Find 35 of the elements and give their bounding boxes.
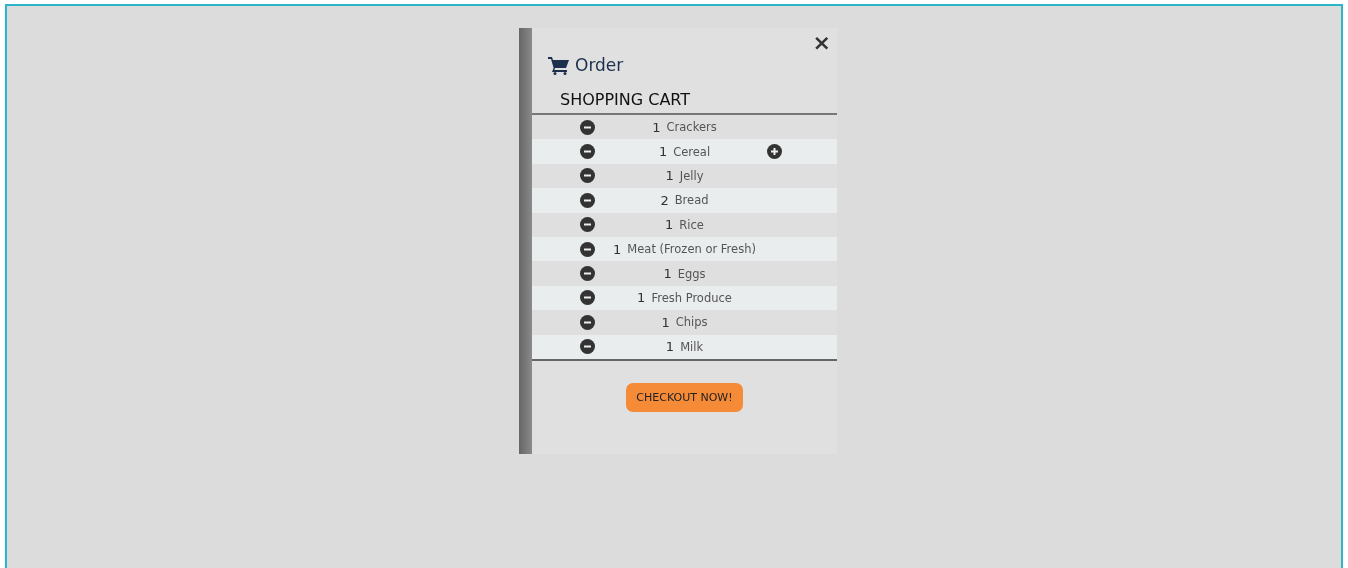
item-name: Meat (Frozen or Fresh) [627, 242, 756, 257]
item-name: Cereal [673, 144, 711, 159]
item-quantity: 1 [613, 241, 622, 257]
remove-icon[interactable] [580, 241, 595, 257]
checkout-button[interactable]: CHECKOUT NOW! [626, 382, 743, 412]
item-quantity: 1 [658, 144, 668, 160]
item-name: Milk [680, 339, 704, 354]
remove-icon[interactable] [580, 144, 595, 160]
item-name: Chips [675, 315, 708, 330]
remove-icon[interactable] [580, 168, 595, 184]
remove-icon[interactable] [580, 119, 595, 135]
item-name: Bread [674, 193, 709, 208]
remove-icon[interactable] [580, 266, 595, 282]
order-title: Order [575, 55, 624, 75]
item-quantity: 1 [637, 290, 646, 306]
remove-icon[interactable] [580, 192, 595, 208]
item-name: Rice [679, 217, 704, 232]
item-quantity: 2 [660, 192, 669, 208]
item-quantity: 1 [652, 119, 661, 135]
item-name: Jelly [679, 168, 704, 183]
remove-icon[interactable] [580, 339, 595, 355]
item-name: Eggs [677, 266, 706, 281]
item-quantity: 1 [665, 168, 674, 184]
item-quantity: 1 [661, 314, 670, 330]
item-name: Crackers [666, 120, 717, 135]
cart-icon [548, 55, 570, 75]
remove-icon[interactable] [580, 217, 595, 233]
item-quantity: 1 [665, 339, 675, 355]
item-quantity: 1 [665, 217, 674, 233]
item-name: Fresh Produce [651, 290, 732, 305]
item-quantity: 1 [663, 266, 672, 282]
add-icon[interactable] [767, 144, 782, 160]
remove-icon[interactable] [580, 290, 595, 306]
remove-icon[interactable] [580, 314, 595, 330]
close-button[interactable]: × [808, 32, 835, 54]
